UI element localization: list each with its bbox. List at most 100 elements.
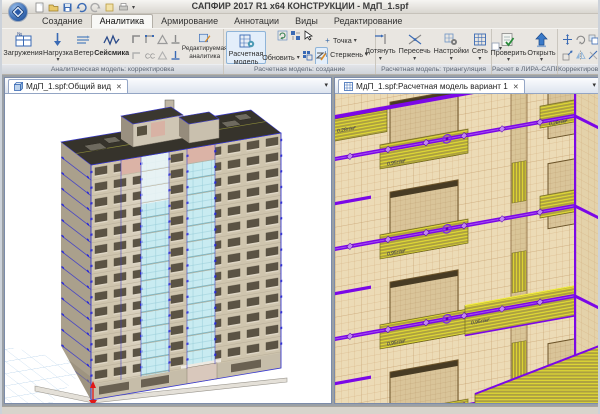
model-view-tab[interactable]: МдП_1.spf:Общий вид ✕	[8, 79, 128, 93]
tab-annotacii[interactable]: Аннотации	[226, 15, 287, 28]
group-label: Расчетная модель: триангуляция	[376, 64, 491, 74]
mesh-doc-icon	[344, 82, 353, 91]
editable-analytics-icon	[198, 32, 212, 44]
model-view-window: МдП_1.spf:Общий вид ✕ ▾	[4, 77, 332, 404]
calc-model-viewport[interactable]: 0,95т/м² 0,95т/м² 0,95т/м² 0,28т/м² 0,95…	[335, 94, 599, 403]
svg-text:№: №	[17, 32, 22, 38]
tab-armirovanie[interactable]: Армирование	[153, 15, 226, 28]
status-bar	[2, 406, 598, 414]
load-button[interactable]: Нагрузка ▾	[43, 31, 73, 64]
check-button[interactable]: Проверить ▾	[494, 31, 524, 64]
triangle-icon[interactable]	[156, 48, 169, 64]
settings-gear-icon	[444, 33, 458, 46]
app-menu-button[interactable]	[8, 2, 28, 22]
group-label: Расчет в ЛИРА-САПР	[492, 64, 557, 74]
model-viewport[interactable]	[5, 94, 331, 403]
tab-analitika[interactable]: Аналитика	[91, 14, 154, 28]
application-window: ▾ САПФИР 2017 R1 x64 КОНСТРУКЦИИ - МдП_1…	[0, 0, 600, 414]
new-document-icon[interactable]	[34, 2, 45, 13]
trim-icon[interactable]	[587, 48, 600, 64]
mesh-net-icon	[473, 33, 487, 46]
wall-column-strip	[511, 94, 527, 403]
group-calc-model-create: Расчетная модель Обновить ▾	[224, 29, 376, 74]
wind-button[interactable]: Ветер	[74, 31, 94, 64]
group-triangulation: Дотянуть▾ Пересечь▾ Настройки▾ Сеть▾ ▾ Р…	[376, 29, 492, 74]
extend-icon	[373, 33, 387, 46]
mesh-button[interactable]: Сеть▾	[472, 31, 488, 64]
tab-redaktirovanie[interactable]: Редактирование	[326, 15, 411, 28]
ribbon: № Загружения Нагрузка ▾ Ветер Сейсмика	[2, 28, 598, 75]
title-bar: ▾ САПФИР 2017 R1 x64 КОНСТРУКЦИИ - МдП_1…	[2, 0, 598, 14]
undo-icon[interactable]	[76, 2, 87, 13]
plus-icon: +	[324, 36, 331, 45]
extend-button[interactable]: Дотянуть▾	[365, 31, 396, 64]
redo-icon[interactable]	[90, 2, 101, 13]
tab-list-arrow-icon[interactable]: ▾	[592, 81, 596, 89]
calc-point-button[interactable]: + Точка ▾	[324, 35, 368, 46]
preview-icon[interactable]	[104, 2, 115, 13]
support2-icon[interactable]	[169, 48, 182, 64]
close-tab-icon[interactable]: ✕	[513, 83, 519, 91]
calc-model-tabstrip: МдП_1.spf:Расчетная модель вариант 1 ✕ ▾	[335, 78, 599, 94]
view-cube-icon	[14, 82, 23, 91]
group-label: Корректировка	[558, 64, 600, 74]
fem-mesh-view: 0,95т/м² 0,95т/м² 0,95т/м² 0,28т/м² 0,95…	[335, 94, 599, 403]
truss-icon[interactable]	[156, 32, 169, 48]
tab-list-arrow-icon[interactable]: ▾	[324, 81, 328, 89]
group-label: Расчетная модель: создание	[224, 64, 375, 74]
save-icon[interactable]	[62, 2, 73, 13]
link-icon[interactable]: CC	[143, 48, 156, 64]
mirror-icon[interactable]	[574, 48, 587, 64]
seismic-icon	[103, 32, 120, 48]
loads-button[interactable]: № Загружения	[4, 31, 42, 64]
tab-vidy[interactable]: Виды	[287, 15, 326, 28]
seismic-button[interactable]: Сейсмика	[95, 31, 129, 64]
group-lira-sapr: Проверить ▾ Открыть ▾ Расчет в ЛИРА-САПР	[492, 29, 558, 74]
close-tab-icon[interactable]: ✕	[116, 83, 122, 91]
intersect-icon	[408, 33, 422, 46]
copy-icon[interactable]	[587, 32, 600, 48]
building-3d-model	[5, 94, 331, 403]
frame2-icon[interactable]	[130, 48, 143, 64]
open-lira-icon	[533, 32, 550, 48]
cursor-icon[interactable]	[303, 28, 314, 46]
model-view-tabstrip: МдП_1.spf:Общий вид ✕ ▾	[5, 78, 331, 94]
update-cluster: Обновить ▾	[267, 31, 323, 64]
editable-analytics-button[interactable]: Редактируемая аналитика	[183, 31, 227, 64]
qat-customize-arrow-icon[interactable]: ▾	[132, 4, 135, 11]
analytic-tools-grid: CC	[130, 31, 182, 64]
open-icon[interactable]	[48, 2, 59, 13]
correction-tools-grid	[561, 31, 600, 64]
update-button[interactable]: Обновить ▾	[262, 52, 300, 63]
scale-icon[interactable]	[561, 48, 574, 64]
calc-model-button[interactable]: Расчетная модель	[226, 31, 266, 64]
refresh-mesh-icon[interactable]	[277, 28, 288, 46]
frame-icon[interactable]	[130, 32, 143, 48]
intersect-button[interactable]: Пересечь▾	[399, 31, 431, 64]
print-icon[interactable]	[118, 2, 129, 13]
rotate-icon[interactable]	[574, 32, 587, 48]
settings-button[interactable]: Настройки▾	[434, 31, 469, 64]
move-icon[interactable]	[561, 32, 574, 48]
tab-sozdanie[interactable]: Создание	[34, 15, 91, 28]
calc-model-tab[interactable]: МдП_1.spf:Расчетная модель вариант 1 ✕	[338, 79, 525, 93]
open-lira-button[interactable]: Открыть ▾	[528, 31, 556, 64]
group-label: Аналитическая модель: корректировка	[2, 64, 223, 74]
ribbon-tab-bar: Создание Аналитика Армирование Аннотации…	[2, 14, 598, 28]
group-correction: Корректировка	[558, 29, 600, 74]
svg-text:CC: CC	[145, 54, 155, 61]
building-front-facade	[90, 133, 282, 400]
support-icon[interactable]	[169, 32, 182, 48]
diagonal-line-icon: \	[324, 50, 328, 59]
sapfir-logo-icon	[12, 6, 24, 18]
wind-icon	[75, 32, 92, 48]
calc-bar-button[interactable]: \ Стержень ▾	[324, 49, 368, 60]
calc-model-window: МдП_1.spf:Расчетная модель вариант 1 ✕ ▾	[334, 77, 600, 404]
frame-nodes-icon[interactable]	[143, 32, 156, 48]
quick-access-toolbar: ▾	[34, 1, 135, 13]
mesh-wall-plane: 0,95т/м² 0,95т/м² 0,95т/м² 0,28т/м² 0,95…	[335, 94, 599, 403]
point-bar-stack: + Точка ▾ \ Стержень ▾	[324, 31, 368, 64]
load-arrow-icon	[49, 32, 66, 48]
calc-model-icon	[238, 33, 255, 49]
mesh-swap-icon[interactable]	[290, 28, 301, 46]
